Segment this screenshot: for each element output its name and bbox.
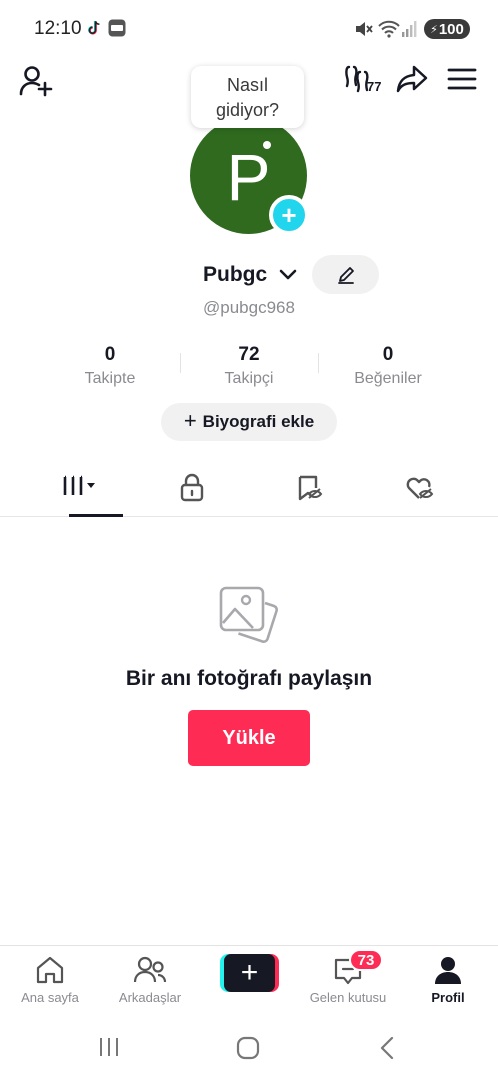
status-bar: 12:10 ⚡ 100	[0, 0, 498, 58]
stat-followers[interactable]: 72 Takipçi	[179, 343, 319, 390]
nav-label: Profil	[431, 990, 465, 1005]
nav-label: Gelen kutusu	[309, 990, 387, 1005]
nav-home[interactable]: Ana sayfa	[0, 946, 100, 1014]
content-tabs	[0, 463, 498, 517]
tiktok-icon	[87, 20, 100, 35]
nav-friends[interactable]: Arkadaşlar	[100, 946, 200, 1014]
stat-value: 0	[382, 344, 394, 365]
note-tooltip[interactable]: Nasıl gidiyor?	[191, 66, 304, 128]
share-arrow-icon[interactable]	[396, 65, 428, 93]
avatar-dot	[263, 141, 271, 149]
tab-videos[interactable]	[17, 463, 141, 517]
avatar-letter: P	[226, 139, 271, 214]
friends-footprint-button[interactable]: 77	[345, 64, 385, 96]
friends-icon	[133, 956, 167, 983]
recent-apps-icon[interactable]	[97, 1035, 121, 1059]
profile-name[interactable]: Pubgc	[203, 263, 267, 287]
home-button-icon[interactable]	[235, 1035, 261, 1061]
favorites-hidden-icon	[298, 475, 323, 501]
status-time: 12:10	[34, 18, 82, 39]
signal-icon	[402, 21, 417, 37]
friends-count: 77	[367, 79, 382, 94]
chevron-down-icon[interactable]	[279, 269, 297, 281]
grid-videos-icon	[63, 475, 95, 495]
stat-value: 0	[104, 344, 116, 365]
battery-icon: ⚡ 100	[424, 19, 470, 39]
add-story-button[interactable]: +	[269, 195, 309, 235]
wifi-icon	[378, 20, 400, 38]
name-row: Pubgc	[0, 255, 498, 295]
stat-following[interactable]: 0 Takipte	[40, 343, 180, 390]
system-nav-bar	[0, 1013, 498, 1080]
bottom-nav: Ana sayfa Arkadaşlar + Gelen kutusu Prof…	[0, 945, 498, 1013]
create-plus-icon: +	[224, 954, 275, 992]
mute-icon	[356, 22, 373, 36]
tab-liked[interactable]	[358, 463, 482, 516]
nav-label: Ana sayfa	[21, 990, 79, 1005]
tooltip-line-1: Nasıl	[226, 75, 268, 95]
battery-level: 100	[438, 20, 464, 38]
empty-state-text: Bir anı fotoğrafı paylaşın	[125, 667, 373, 690]
nav-inbox[interactable]: Gelen kutusu	[298, 946, 398, 1014]
person-plus-icon[interactable]	[19, 65, 53, 97]
profile-icon	[435, 957, 461, 984]
create-button[interactable]: +	[220, 954, 279, 992]
stat-label: Takipte	[84, 370, 136, 387]
tab-favorites[interactable]	[247, 463, 371, 516]
tooltip-line-2: gidiyor?	[215, 100, 280, 120]
stat-value: 72	[238, 344, 260, 365]
stat-likes[interactable]: 0 Beğeniler	[318, 343, 458, 390]
tab-private[interactable]	[130, 463, 254, 516]
stat-label: Beğeniler	[354, 370, 422, 387]
liked-hidden-icon	[406, 477, 434, 499]
nav-label: Arkadaşlar	[118, 990, 182, 1005]
inbox-badge: 73	[349, 949, 383, 971]
plus-icon: +	[183, 408, 197, 433]
edit-profile-button[interactable]	[312, 255, 379, 294]
lock-icon	[180, 473, 204, 502]
stats-row: 0 Takipte 72 Takipçi 0 Beğeniler	[0, 343, 498, 393]
stat-label: Takipçi	[224, 370, 274, 387]
photos-icon	[219, 586, 278, 643]
upload-button[interactable]: Yükle	[188, 710, 310, 766]
add-bio-button[interactable]: + Biyografi ekle	[161, 403, 337, 441]
nav-profile[interactable]: Profil	[398, 946, 498, 1014]
hamburger-menu-icon[interactable]	[447, 67, 477, 91]
app-icon	[108, 19, 126, 37]
home-icon	[36, 956, 64, 984]
add-bio-label: Biyografi ekle	[202, 412, 315, 431]
pencil-icon	[337, 266, 354, 284]
back-icon[interactable]	[377, 1035, 397, 1061]
profile-handle: @pubgc968	[203, 298, 295, 317]
